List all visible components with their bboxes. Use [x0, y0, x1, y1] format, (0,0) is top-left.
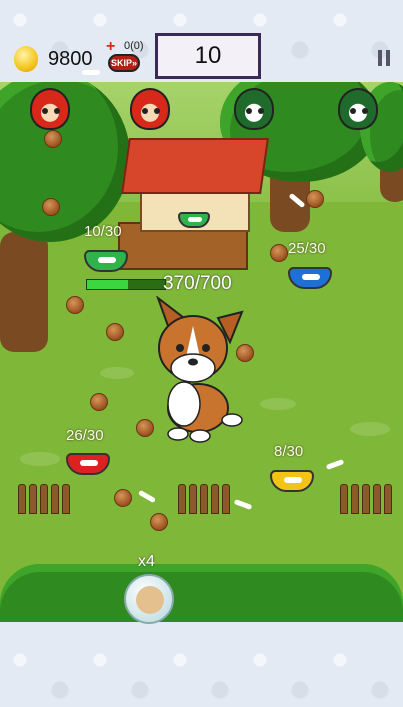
grass-patch — [100, 367, 134, 379]
fence — [178, 484, 230, 514]
pet-health-bar — [86, 279, 166, 290]
grass-patch — [350, 422, 390, 436]
fence — [18, 484, 70, 514]
plus-icon: + — [106, 38, 116, 55]
coin-pickup[interactable] — [106, 323, 124, 341]
blue-bowl[interactable] — [288, 267, 332, 289]
pet-face-icon — [136, 586, 164, 614]
coin-pickup[interactable] — [270, 244, 288, 262]
tree-trunk — [0, 232, 48, 352]
bone-icon — [284, 477, 302, 483]
eye — [362, 108, 368, 114]
revive-count: 0(0) — [124, 40, 144, 52]
yellow-bowl[interactable] — [270, 470, 314, 492]
coin-count: 9800 — [48, 48, 93, 70]
coin-pickup[interactable] — [306, 190, 324, 208]
coin-pickup[interactable] — [44, 130, 62, 148]
doghouse-roof — [121, 138, 269, 194]
score-display: 10 — [155, 33, 261, 79]
top-hud: 9800 + 0(0) SKIP» 10 — [0, 0, 403, 82]
pet-bubble-button[interactable] — [124, 574, 174, 624]
bowl-label: 25/30 — [288, 240, 326, 257]
coin-pickup[interactable] — [150, 513, 168, 531]
green-enemy-head[interactable] — [234, 88, 274, 130]
green-bowl[interactable] — [84, 250, 128, 272]
eye — [54, 108, 60, 114]
green-enemy-head[interactable] — [338, 88, 378, 130]
coin-icon — [14, 46, 38, 72]
bone-icon — [188, 217, 202, 222]
red-enemy-head[interactable] — [30, 88, 70, 130]
eye — [258, 108, 264, 114]
grass-patch — [20, 452, 60, 466]
eye — [142, 108, 148, 114]
eye — [350, 108, 356, 114]
coin-pickup[interactable] — [66, 296, 84, 314]
bush-border — [0, 564, 403, 622]
bone-icon — [80, 460, 98, 466]
eye — [42, 108, 48, 114]
pet-health-text: 370/700 — [163, 273, 232, 294]
red-enemy-head[interactable] — [130, 88, 170, 130]
corgi-pet[interactable] — [148, 296, 248, 444]
pause-icon[interactable] — [378, 50, 392, 66]
coin-pickup[interactable] — [114, 489, 132, 507]
red-bowl[interactable] — [66, 453, 110, 475]
fence — [340, 484, 392, 514]
coin-pickup[interactable] — [42, 198, 60, 216]
bone-icon — [98, 257, 116, 263]
bowl-label: 26/30 — [66, 427, 104, 444]
grass-patch — [260, 398, 296, 410]
bone-icon — [302, 274, 320, 280]
bowl-label: 8/30 — [274, 443, 304, 460]
pet-health-fill — [87, 280, 129, 289]
eye — [154, 108, 160, 114]
bowl-label: 10/30 — [84, 223, 122, 240]
skip-button[interactable]: SKIP» — [108, 54, 140, 72]
pet-multiplier: x4 — [138, 553, 155, 570]
eye — [246, 108, 252, 114]
bone-icon — [82, 70, 100, 75]
house-bowl — [178, 212, 210, 228]
coin-pickup[interactable] — [90, 393, 108, 411]
